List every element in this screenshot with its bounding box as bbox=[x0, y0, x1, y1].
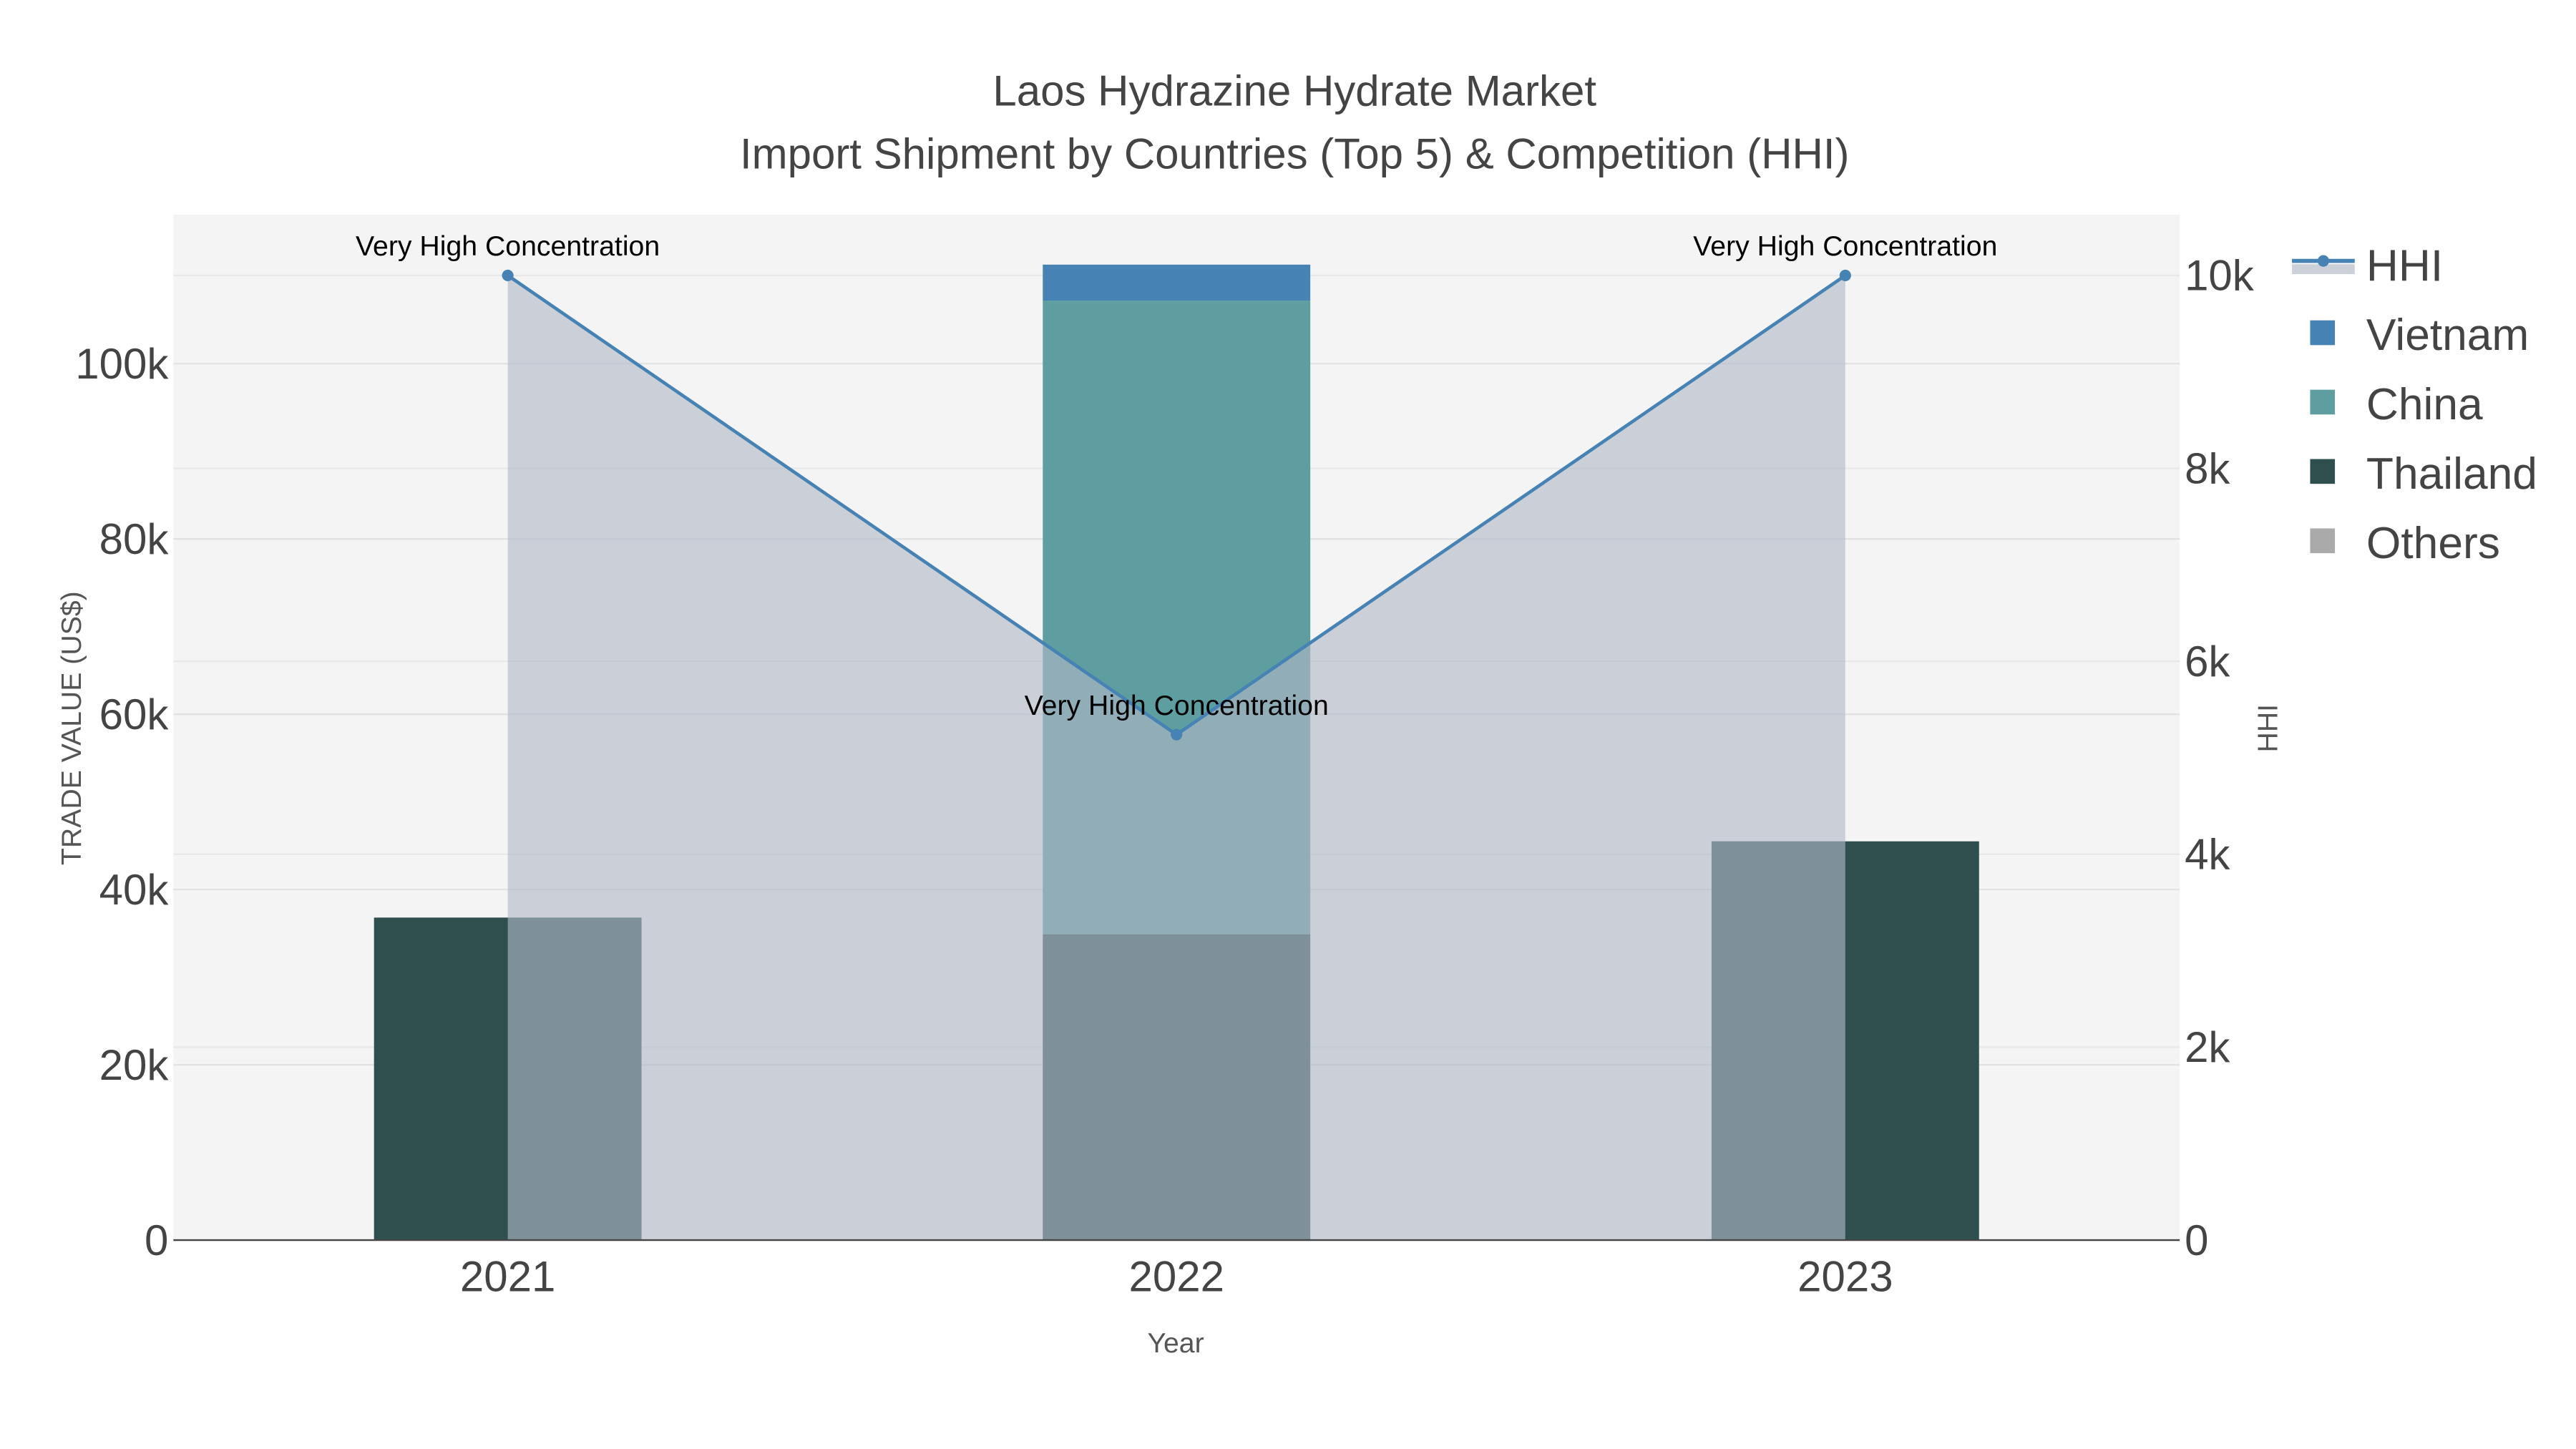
legend-label-thailand[interactable]: Thailand bbox=[2366, 449, 2537, 499]
bar-vietnam-2022 bbox=[1043, 264, 1311, 301]
hhi-annotation: Very High Concentration bbox=[1693, 230, 1997, 262]
chart: Laos Hydrazine Hydrate Market Import Shi… bbox=[56, 67, 2537, 1359]
y2-tick-label: 2k bbox=[2185, 1023, 2230, 1071]
legend-label-china[interactable]: China bbox=[2366, 380, 2483, 429]
y-axis-ticks: 0 20k 40k 60k 80k 100k bbox=[75, 340, 169, 1264]
legend: HHI Vietnam China Thailand Others bbox=[2292, 241, 2537, 568]
y-tick-label: 60k bbox=[99, 691, 170, 738]
legend-hhi-marker-icon bbox=[2317, 255, 2329, 267]
hhi-annotation: Very High Concentration bbox=[356, 230, 660, 262]
legend-swatch-others bbox=[2310, 528, 2336, 554]
hhi-point bbox=[502, 269, 514, 282]
y2-tick-label: 4k bbox=[2185, 831, 2230, 879]
legend-swatch-thailand bbox=[2310, 459, 2336, 484]
x-tick-label: 2021 bbox=[460, 1253, 555, 1301]
x-axis-ticks: 2021 2022 2023 bbox=[460, 1253, 1893, 1301]
hhi-point bbox=[1839, 269, 1851, 282]
y-tick-label: 80k bbox=[99, 515, 170, 563]
y2-tick-label: 6k bbox=[2185, 638, 2230, 686]
y-axis-title: TRADE VALUE (US$) bbox=[56, 591, 87, 865]
x-axis-title: Year bbox=[1147, 1327, 1204, 1359]
y2-tick-label: 10k bbox=[2185, 252, 2255, 300]
legend-swatch-china bbox=[2310, 389, 2336, 415]
y-tick-label: 0 bbox=[145, 1216, 168, 1264]
y2-axis-title: HHI bbox=[2252, 704, 2283, 753]
legend-label-hhi[interactable]: HHI bbox=[2366, 241, 2443, 291]
x-tick-label: 2022 bbox=[1128, 1253, 1224, 1301]
y-tick-label: 40k bbox=[99, 866, 170, 914]
y-tick-label: 100k bbox=[75, 340, 169, 388]
legend-label-others[interactable]: Others bbox=[2366, 519, 2500, 568]
y-tick-label: 20k bbox=[99, 1041, 170, 1089]
hhi-annotation: Very High Concentration bbox=[1025, 690, 1329, 721]
y2-tick-label: 8k bbox=[2185, 444, 2230, 492]
y2-axis-ticks: 0 2k 4k 6k 8k 10k bbox=[2185, 252, 2255, 1264]
legend-label-vietnam[interactable]: Vietnam bbox=[2366, 311, 2529, 360]
x-tick-label: 2023 bbox=[1797, 1253, 1893, 1301]
chart-title: Laos Hydrazine Hydrate Market bbox=[992, 67, 1596, 115]
chart-subtitle: Import Shipment by Countries (Top 5) & C… bbox=[740, 130, 1850, 177]
y2-tick-label: 0 bbox=[2185, 1216, 2208, 1264]
hhi-point bbox=[1171, 728, 1183, 741]
legend-swatch-vietnam bbox=[2310, 320, 2336, 346]
